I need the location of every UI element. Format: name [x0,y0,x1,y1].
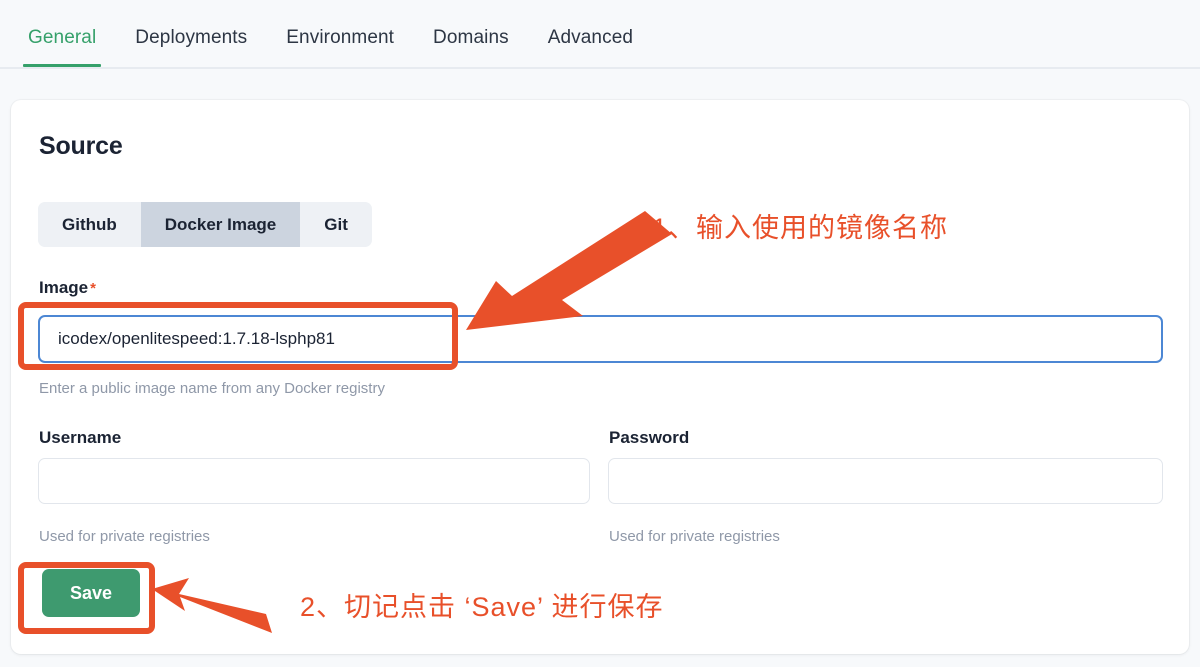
page-title: Source [39,132,123,160]
tab-general[interactable]: General [22,27,102,67]
save-button[interactable]: Save [42,569,140,617]
tab-general-label: General [28,27,97,48]
tab-list: General Deployments Environment Domains … [22,27,633,67]
username-field-label: Username [39,428,122,447]
source-type-docker-image-button[interactable]: Docker Image [140,202,301,247]
tab-bar: General Deployments Environment Domains … [0,0,1200,69]
image-field-label: Image * [39,278,96,298]
source-type-github-button[interactable]: Github [38,202,141,247]
source-card: Source Github Docker Image Git Image* En… [11,100,1189,654]
password-field-helper-text: Used for private registries [609,528,780,545]
username-input[interactable] [38,458,590,504]
tab-advanced[interactable]: Advanced [548,27,633,65]
tab-environment-label: Environment [286,27,395,48]
tab-deployments-label: Deployments [135,27,248,48]
password-field-label: Password [609,428,690,447]
source-type-git-button[interactable]: Git [300,202,372,247]
image-field-helper-text: Enter a public image name from any Docke… [39,380,385,397]
image-label-text: Image [39,278,89,297]
username-field-helper-text: Used for private registries [39,528,210,545]
tab-advanced-label: Advanced [547,27,634,48]
tab-domains[interactable]: Domains [433,27,509,65]
source-type-segmented-control: Github Docker Image Git [38,202,372,247]
tab-deployments[interactable]: Deployments [135,27,247,65]
tab-environment[interactable]: Environment [286,27,394,65]
image-input[interactable] [38,315,1163,363]
required-asterisk: * [90,280,96,297]
password-input[interactable] [608,458,1163,504]
tab-domains-label: Domains [433,27,509,48]
